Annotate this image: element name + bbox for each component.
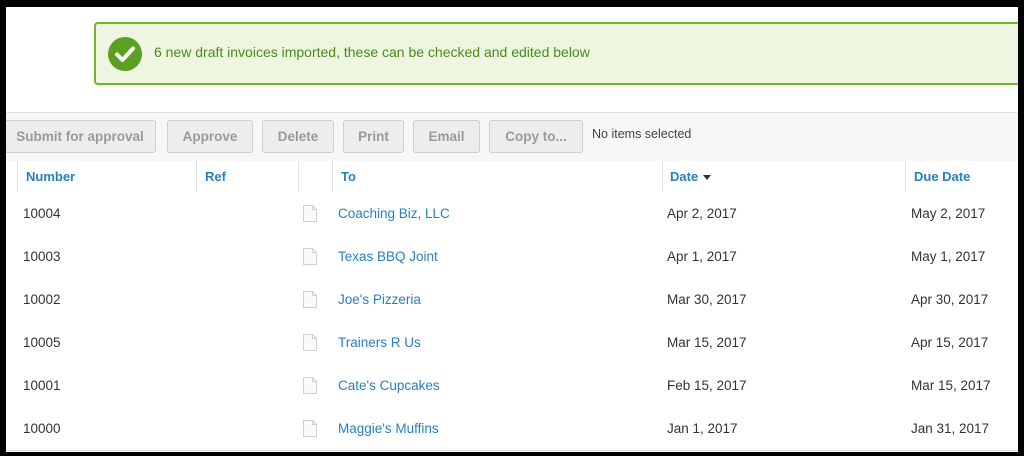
table-row[interactable]: 10003 Texas BBQ Joint Apr 1, 2017 May 1, 20… (6, 235, 1018, 279)
document-icon[interactable] (303, 291, 317, 308)
column-header-due-date[interactable]: Due Date (914, 161, 970, 192)
banner-message: 6 new draft invoices imported, these can… (154, 44, 590, 60)
column-header-ref[interactable]: Ref (205, 161, 226, 192)
invoice-date: Jan 1, 2017 (667, 420, 738, 436)
delete-button[interactable]: Delete (262, 120, 334, 153)
document-icon[interactable] (303, 205, 317, 222)
invoice-date: Feb 15, 2017 (667, 377, 747, 393)
invoice-date: Mar 15, 2017 (667, 334, 747, 350)
invoice-due-date: May 1, 2017 (911, 248, 986, 264)
column-divider (332, 161, 333, 192)
column-divider (196, 161, 197, 192)
invoice-list-panel: 6 new draft invoices imported, these can… (6, 7, 1018, 452)
table-header: Number Ref To Date Due Date (6, 161, 1018, 193)
action-toolbar: Submit for approval Approve Delete Print… (6, 112, 1018, 162)
copy-to-button[interactable]: Copy to... (489, 120, 583, 153)
invoice-number: 10000 (23, 420, 61, 436)
contact-link[interactable]: Joe's Pizzeria (338, 278, 421, 320)
invoice-number: 10003 (23, 248, 61, 264)
contact-link[interactable]: Trainers R Us (338, 321, 421, 363)
contact-link[interactable]: Texas BBQ Joint (338, 235, 438, 277)
column-header-number[interactable]: Number (26, 161, 75, 192)
import-success-banner: 6 new draft invoices imported, these can… (94, 22, 1018, 85)
invoice-due-date: Mar 15, 2017 (911, 377, 991, 393)
selection-status: No items selected (592, 127, 692, 141)
approve-button[interactable]: Approve (167, 120, 253, 153)
email-button[interactable]: Email (413, 120, 480, 153)
column-header-date[interactable]: Date (670, 161, 712, 192)
sort-descending-icon (703, 175, 712, 180)
table-row[interactable]: 10002 Joe's Pizzeria Mar 30, 2017 Apr 30, 2… (6, 278, 1018, 322)
document-icon[interactable] (303, 334, 317, 351)
invoice-due-date: May 2, 2017 (911, 205, 986, 221)
table-row[interactable]: 10000 Maggie's Muffins Jan 1, 2017 Jan 31, … (6, 407, 1018, 451)
column-divider (662, 161, 663, 192)
invoice-due-date: Apr 15, 2017 (911, 334, 989, 350)
invoice-date: Apr 2, 2017 (667, 205, 737, 221)
contact-link[interactable]: Coaching Biz, LLC (338, 192, 450, 234)
contact-link[interactable]: Cate's Cupcakes (338, 364, 440, 406)
column-divider (905, 161, 906, 192)
column-divider (17, 161, 18, 192)
contact-link[interactable]: Maggie's Muffins (338, 407, 439, 449)
document-icon[interactable] (303, 377, 317, 394)
column-header-date-label: Date (670, 169, 699, 184)
column-divider (298, 161, 299, 192)
print-button[interactable]: Print (343, 120, 404, 153)
document-icon[interactable] (303, 420, 317, 437)
check-circle-icon (108, 37, 142, 71)
table-row[interactable]: 10004 Coaching Biz, LLC Apr 2, 2017 May 2, … (6, 192, 1018, 236)
invoice-number: 10001 (23, 377, 61, 393)
table-row[interactable]: 10005 Trainers R Us Mar 15, 2017 Apr 15, 20… (6, 321, 1018, 365)
invoice-due-date: Apr 30, 2017 (911, 291, 989, 307)
invoice-number: 10004 (23, 205, 61, 221)
invoice-date: Mar 30, 2017 (667, 291, 747, 307)
invoice-number: 10002 (23, 291, 61, 307)
submit-for-approval-button[interactable]: Submit for approval (6, 120, 156, 153)
table-row[interactable]: 10001 Cate's Cupcakes Feb 15, 2017 Mar 15, … (6, 364, 1018, 408)
invoice-number: 10005 (23, 334, 61, 350)
invoice-date: Apr 1, 2017 (667, 248, 737, 264)
document-icon[interactable] (303, 248, 317, 265)
invoice-due-date: Jan 31, 2017 (911, 420, 990, 436)
column-header-to[interactable]: To (341, 161, 356, 192)
